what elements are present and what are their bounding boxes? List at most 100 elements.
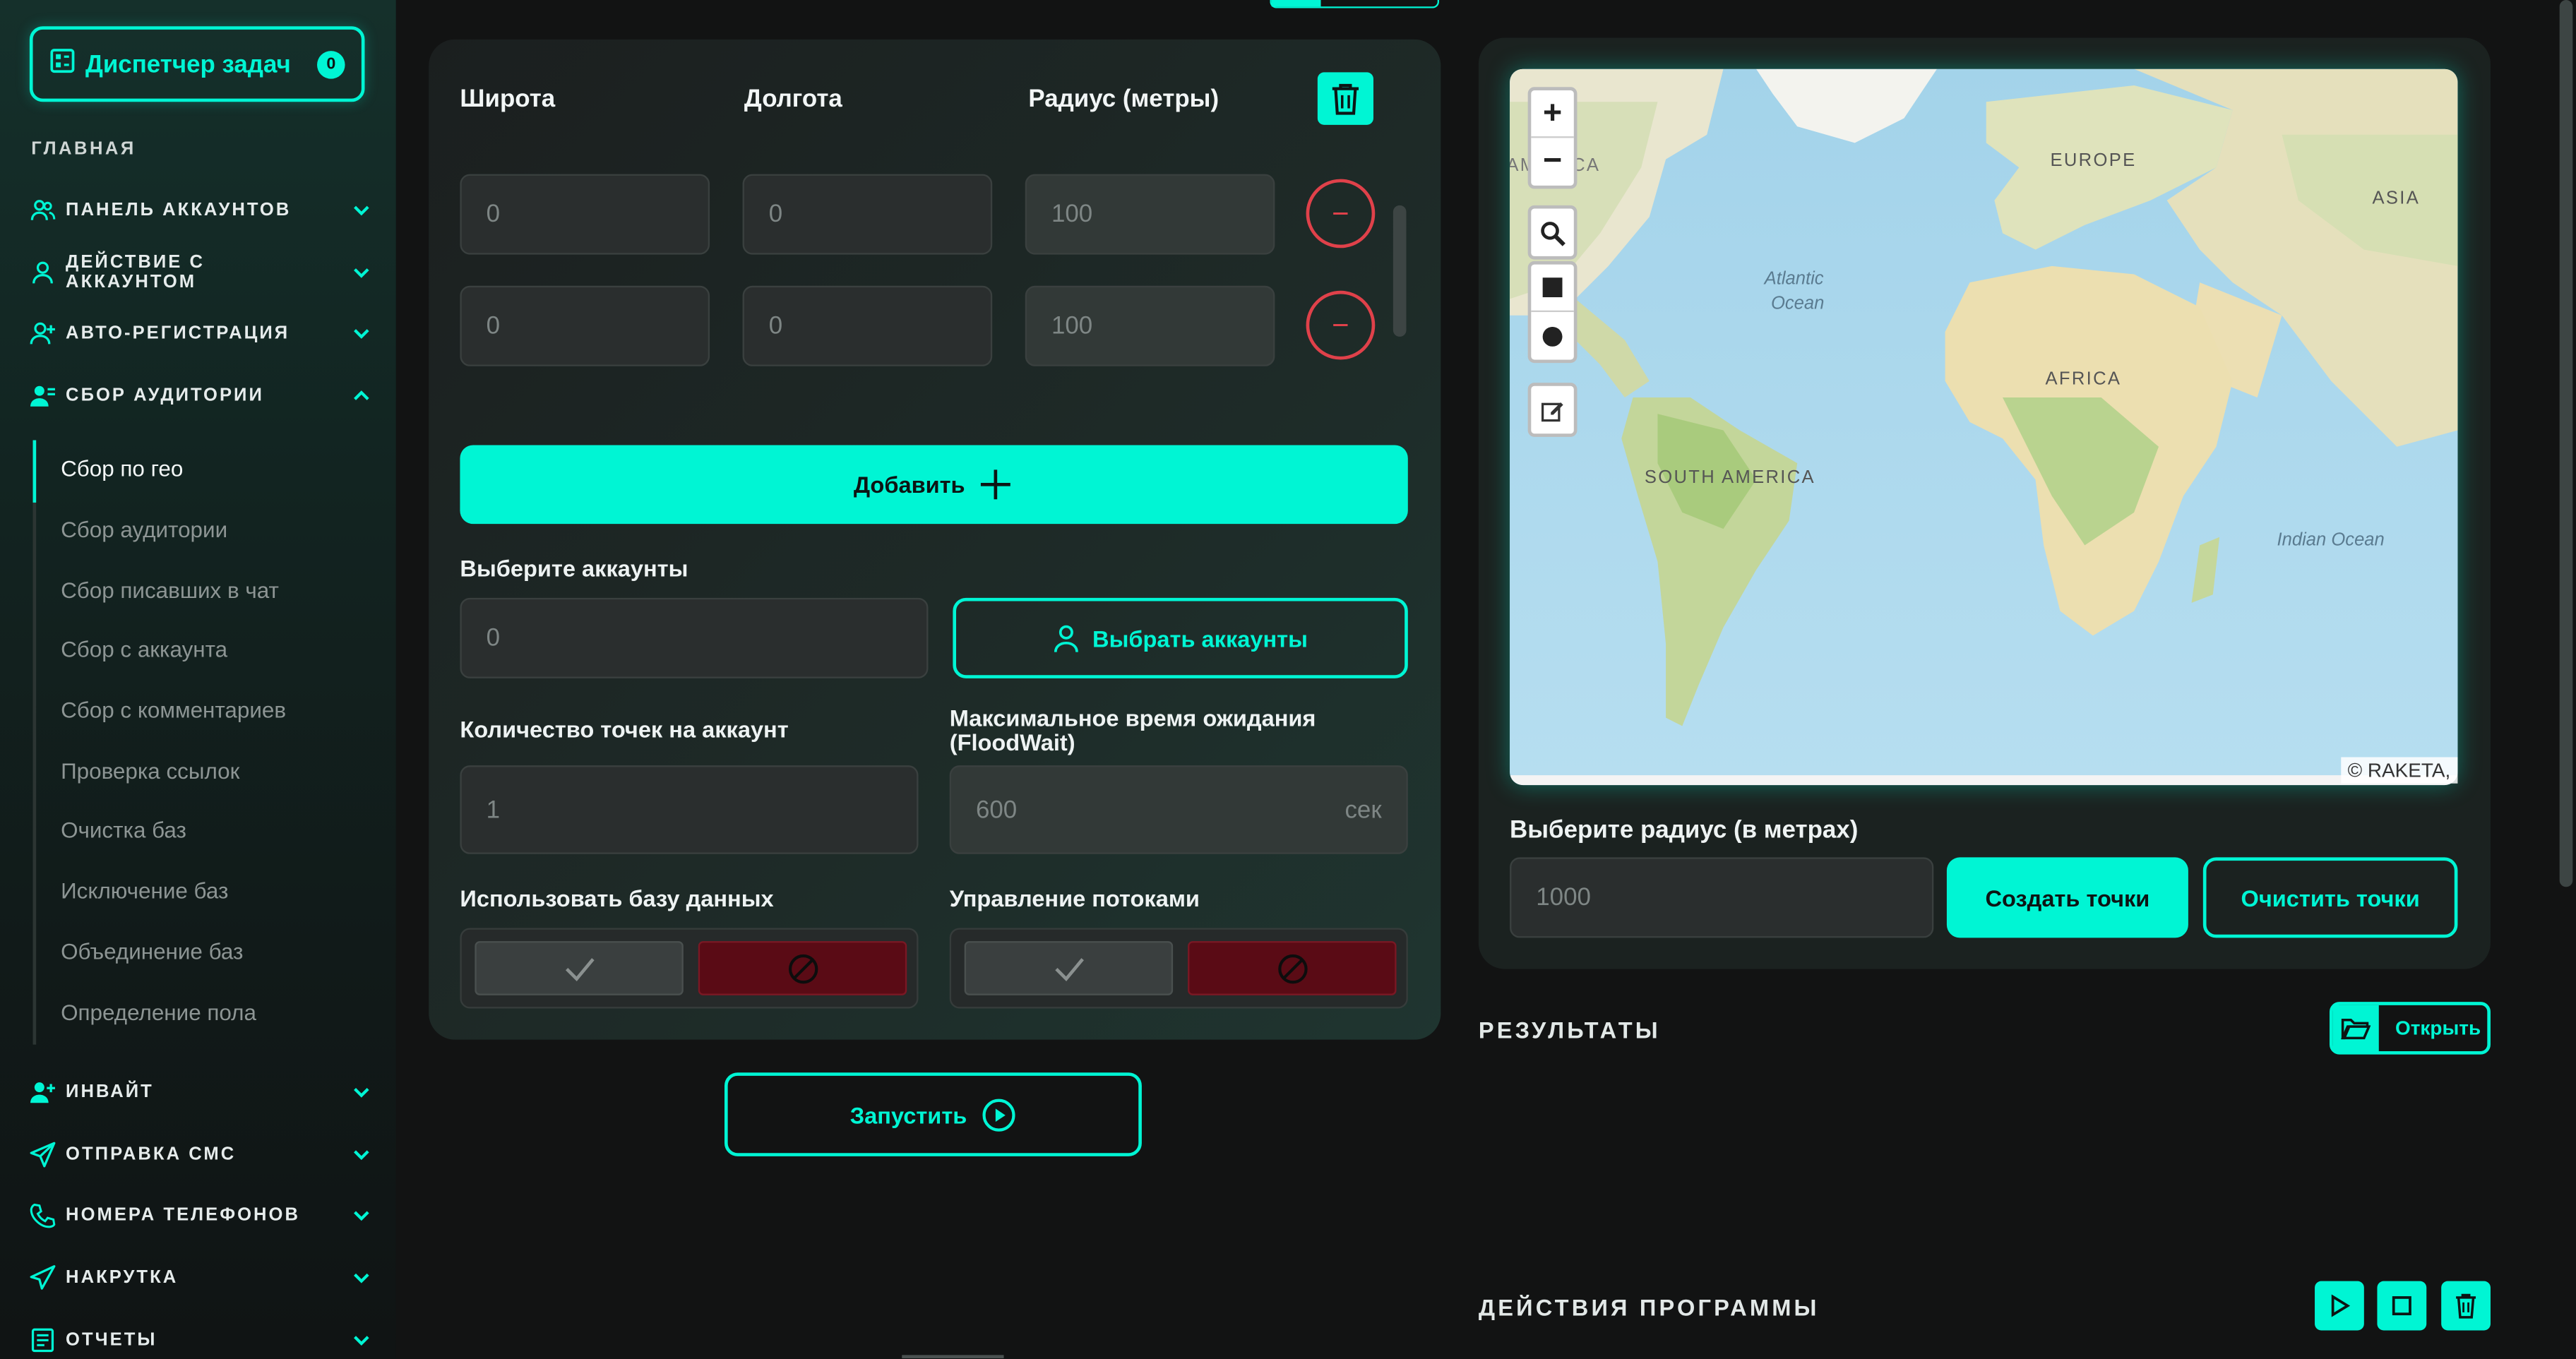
remove-row-button[interactable]: − [1306,179,1376,249]
add-label: Добавить [853,471,965,498]
paper-plane-icon [30,1264,56,1291]
chevron-down-icon [354,1211,369,1221]
draw-controls [1527,261,1578,364]
run-label: Запустить [849,1101,967,1128]
nav-label: ОТПРАВКА СМС [66,1144,237,1165]
page-scrollbar[interactable] [2559,0,2573,887]
clear-points-button[interactable]: Очистить точки [2202,857,2458,938]
remove-row-button[interactable]: − [1306,290,1376,360]
audience-submenu: Сбор по гео Сбор аудитории Сбор писавших… [32,440,378,1045]
submenu-item-audience[interactable]: Сбор аудитории [61,517,227,542]
radius-picker-input[interactable]: 1000 [1510,857,1934,938]
accounts-count-input[interactable]: 0 [460,597,929,678]
draw-rectangle-button[interactable] [1531,265,1574,313]
chevron-down-icon [354,268,369,278]
nav-account-actions[interactable]: ДЕЙСТВИЕ С АККАУНТОМ [30,253,371,293]
threads-label: Управление потоками [949,885,1200,912]
nav-auto-registration[interactable]: АВТО-РЕГИСТРАЦИЯ [30,316,371,352]
accounts-label: Выберите аккаунты [460,555,688,582]
search-icon [1541,220,1566,246]
nav-label: ДЕЙСТВИЕ С АККАУНТОМ [66,253,205,293]
threads-no-button[interactable] [1188,941,1397,995]
top-tab-indicator[interactable] [1270,0,1440,8]
program-actions-title: ДЕЙСТВИЯ ПРОГРАММЫ [1478,1294,1820,1321]
submenu-item-gender[interactable]: Определение пола [61,1000,256,1025]
create-points-button[interactable]: Создать точки [1946,857,2188,938]
threads-yes-button[interactable] [964,941,1174,995]
submenu-item-db-exclusion[interactable]: Исключение баз [61,879,228,904]
map-label-europe: EUROPE [2050,151,2137,171]
nav-audience-collection[interactable]: СБОР АУДИТОРИИ [30,378,371,414]
use-database-no-button[interactable] [698,941,907,995]
rows-scrollbar[interactable] [1393,205,1407,337]
column-radius-header: Радиус (метры) [1028,85,1220,114]
points-per-account-input[interactable]: 1 [460,765,919,854]
nav-label: НОМЕРА ТЕЛЕФОНОВ [66,1205,300,1226]
minus-icon: − [1332,308,1349,341]
submenu-item-geo[interactable]: Сбор по гео [61,457,183,481]
longitude-input[interactable]: 0 [742,174,993,255]
chevron-down-icon [354,1273,369,1283]
edit-icon [1541,401,1563,421]
nav-phone-numbers[interactable]: НОМЕРА ТЕЛЕФОНОВ [30,1197,371,1233]
submenu-item-from-account[interactable]: Сбор с аккаунта [61,637,227,662]
latitude-input[interactable]: 0 [460,285,710,366]
longitude-input[interactable]: 0 [742,285,993,366]
select-accounts-button[interactable]: Выбрать аккаунты [953,597,1408,678]
open-label: Открыть [2395,1017,2481,1040]
zoom-in-button[interactable]: + [1531,90,1574,138]
map-search-button[interactable] [1531,208,1573,256]
minus-icon: − [1332,196,1349,229]
world-map[interactable]: AMERICA EUROPE ASIA Atlantic Ocean AFRIC… [1510,68,2458,786]
threads-toggle [949,928,1408,1009]
draw-circle-button[interactable] [1531,312,1573,359]
ban-icon [1277,953,1307,983]
nav-accounts-panel[interactable]: ПАНЕЛЬ АККАУНТОВ [30,192,371,228]
trash-icon [1332,83,1359,115]
edit-layers-button[interactable] [1531,386,1573,433]
user-list-icon [30,383,56,409]
edit-control [1527,383,1578,437]
radius-input[interactable]: 100 [1025,174,1275,255]
submenu-item-link-check[interactable]: Проверка ссылок [61,759,239,784]
use-database-yes-button[interactable] [475,941,684,995]
add-row-button[interactable]: Добавить [460,445,1408,525]
nav-label: АВТО-РЕГИСТРАЦИЯ [66,323,290,344]
nav-label: СБОР АУДИТОРИИ [66,385,264,406]
stop-action-button[interactable] [2377,1281,2427,1331]
task-dispatcher-button[interactable]: Диспетчер задач 0 [29,26,365,102]
radius-input[interactable]: 100 [1025,285,1275,366]
zoom-out-button[interactable]: − [1531,138,1573,185]
chevron-down-icon [354,1087,369,1098]
use-database-label: Использовать базу данных [460,885,774,912]
submenu-item-from-comments[interactable]: Сбор с комментариев [61,698,286,723]
chevron-down-icon [354,329,369,339]
circle-icon [1542,325,1563,346]
run-button[interactable]: Запустить [724,1072,1142,1156]
map-label-asia: ASIA [2372,188,2421,209]
submenu-item-db-merge[interactable]: Объединение баз [61,940,243,964]
delete-all-rows-button[interactable] [1317,72,1373,125]
submenu-item-chat-writers[interactable]: Сбор писавших в чат [61,578,279,603]
nav-boost[interactable]: НАКРУТКА [30,1259,371,1295]
nav-send-sms[interactable]: ОТПРАВКА СМС [30,1137,371,1173]
latitude-input[interactable]: 0 [460,174,710,255]
submenu-item-db-cleanup[interactable]: Очистка баз [61,818,186,843]
report-icon [30,1327,56,1353]
map-label-indian-ocean: Indian Ocean [2277,530,2385,551]
dispatcher-count-badge: 0 [317,49,345,78]
nav-invite[interactable]: ИНВАЙТ [30,1074,371,1110]
chevron-down-icon [354,1336,369,1346]
column-latitude-header: Широта [460,85,556,114]
map-label-africa: AFRICA [2045,369,2122,390]
bottom-handle[interactable] [902,1355,1004,1359]
nav-reports[interactable]: ОТЧЕТЫ [30,1322,371,1358]
start-action-button[interactable] [2315,1281,2364,1331]
open-results-button[interactable]: Открыть [2329,1002,2491,1055]
floodwait-value: 600 [975,796,1018,824]
clear-actions-button[interactable] [2441,1281,2491,1331]
play-circle-icon [982,1098,1015,1131]
chevron-down-icon [354,1150,369,1161]
seconds-suffix: сек [1344,796,1382,824]
floodwait-input[interactable]: 600 сек [949,765,1408,854]
